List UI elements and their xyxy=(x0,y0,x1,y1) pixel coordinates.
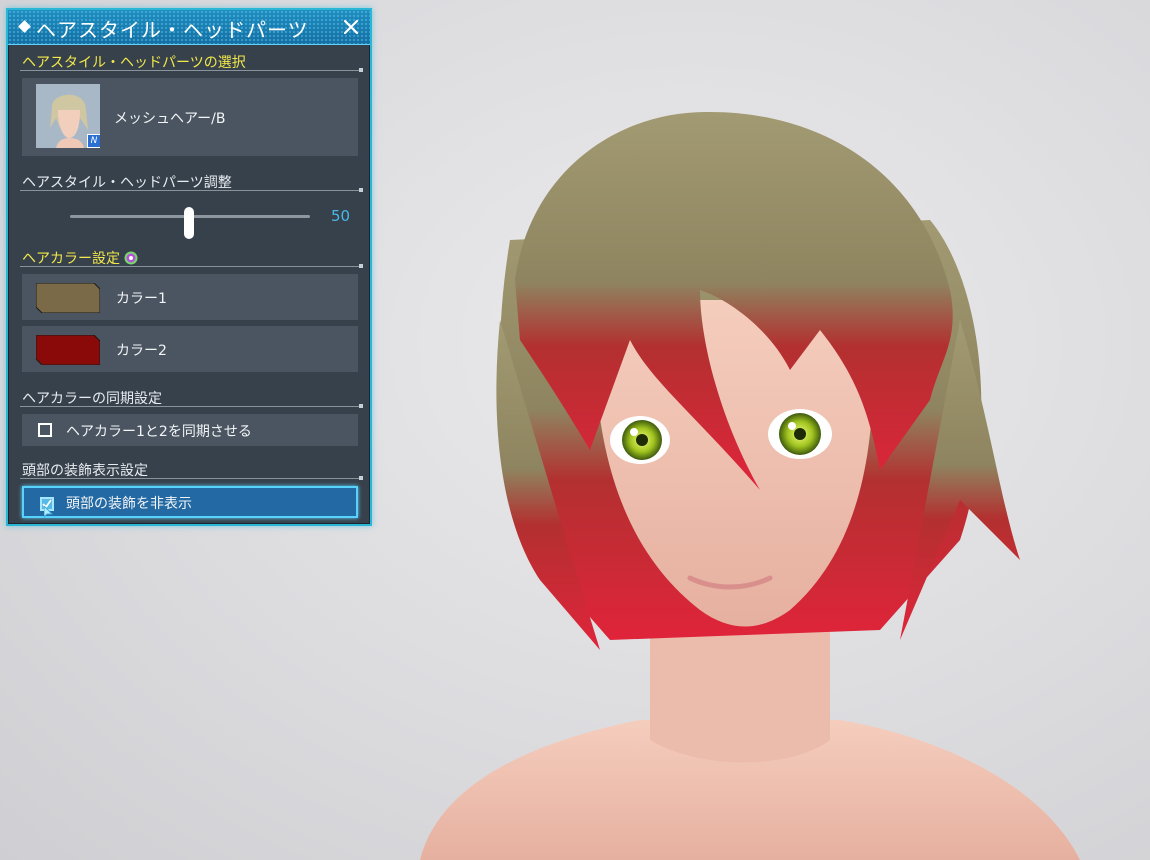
section-label-head-deco: 頭部の装飾表示設定 xyxy=(22,463,148,479)
section-divider xyxy=(20,68,363,72)
color2-button[interactable]: カラー2 xyxy=(22,326,358,372)
diamond-icon xyxy=(18,20,31,33)
adjust-slider-value: 50 xyxy=(331,207,351,225)
sync-colors-checkbox[interactable] xyxy=(38,423,52,437)
section-divider xyxy=(20,188,363,192)
hairstyle-thumbnail: N xyxy=(36,84,100,148)
sync-colors-option[interactable]: ヘアカラー1と2を同期させる xyxy=(22,414,358,446)
sync-colors-label: ヘアカラー1と2を同期させる xyxy=(66,424,252,440)
section-label-select: ヘアスタイル・ヘッドパーツの選択 xyxy=(22,55,246,71)
hairstyle-name: メッシュヘアー/B xyxy=(114,111,226,127)
color2-swatch xyxy=(36,335,100,365)
color1-swatch xyxy=(36,283,100,313)
color2-label: カラー2 xyxy=(116,343,167,359)
section-label-adjust: ヘアスタイル・ヘッドパーツ調整 xyxy=(22,175,232,191)
section-divider xyxy=(20,264,363,268)
hairstyle-select-button[interactable]: N メッシュヘアー/B xyxy=(22,78,358,156)
premium-icon xyxy=(124,251,138,265)
panel-title: ヘアスタイル・ヘッドパーツ xyxy=(36,18,309,42)
panel-titlebar: ヘアスタイル・ヘッドパーツ xyxy=(8,10,370,45)
close-icon[interactable] xyxy=(340,16,362,38)
cursor-icon xyxy=(44,506,54,518)
section-divider xyxy=(20,476,363,480)
hair-color-label: ヘアカラー設定 xyxy=(22,251,120,267)
section-divider xyxy=(20,404,363,408)
hairstyle-panel: ヘアスタイル・ヘッドパーツ ヘアスタイル・ヘッドパーツの選択 N メッシュヘアー… xyxy=(6,8,372,526)
color1-label: カラー1 xyxy=(116,291,167,307)
color1-button[interactable]: カラー1 xyxy=(22,274,358,320)
adjust-slider-thumb[interactable] xyxy=(184,207,194,239)
new-badge: N xyxy=(87,134,100,148)
section-label-sync: ヘアカラーの同期設定 xyxy=(22,391,162,407)
hide-head-deco-label: 頭部の装飾を非表示 xyxy=(66,496,192,512)
hide-head-deco-option[interactable]: 頭部の装飾を非表示 xyxy=(22,486,358,518)
section-label-color: ヘアカラー設定 xyxy=(22,248,138,268)
